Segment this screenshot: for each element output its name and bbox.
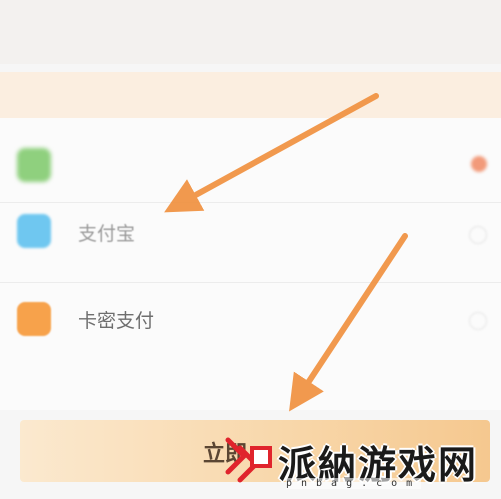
annotation-arrows xyxy=(164,93,408,412)
arrow-to-button xyxy=(289,233,408,412)
watermark-subtext: pnbag.com xyxy=(286,478,422,489)
site-watermark: 派納游戏网 pnbag.com xyxy=(222,432,497,496)
payment-screen: 支付宝 卡密支付 立即 派納游戏网 pnbag.com xyxy=(0,0,501,499)
arrow-to-alipay xyxy=(164,93,379,213)
watermark-logo-icon xyxy=(225,437,272,483)
